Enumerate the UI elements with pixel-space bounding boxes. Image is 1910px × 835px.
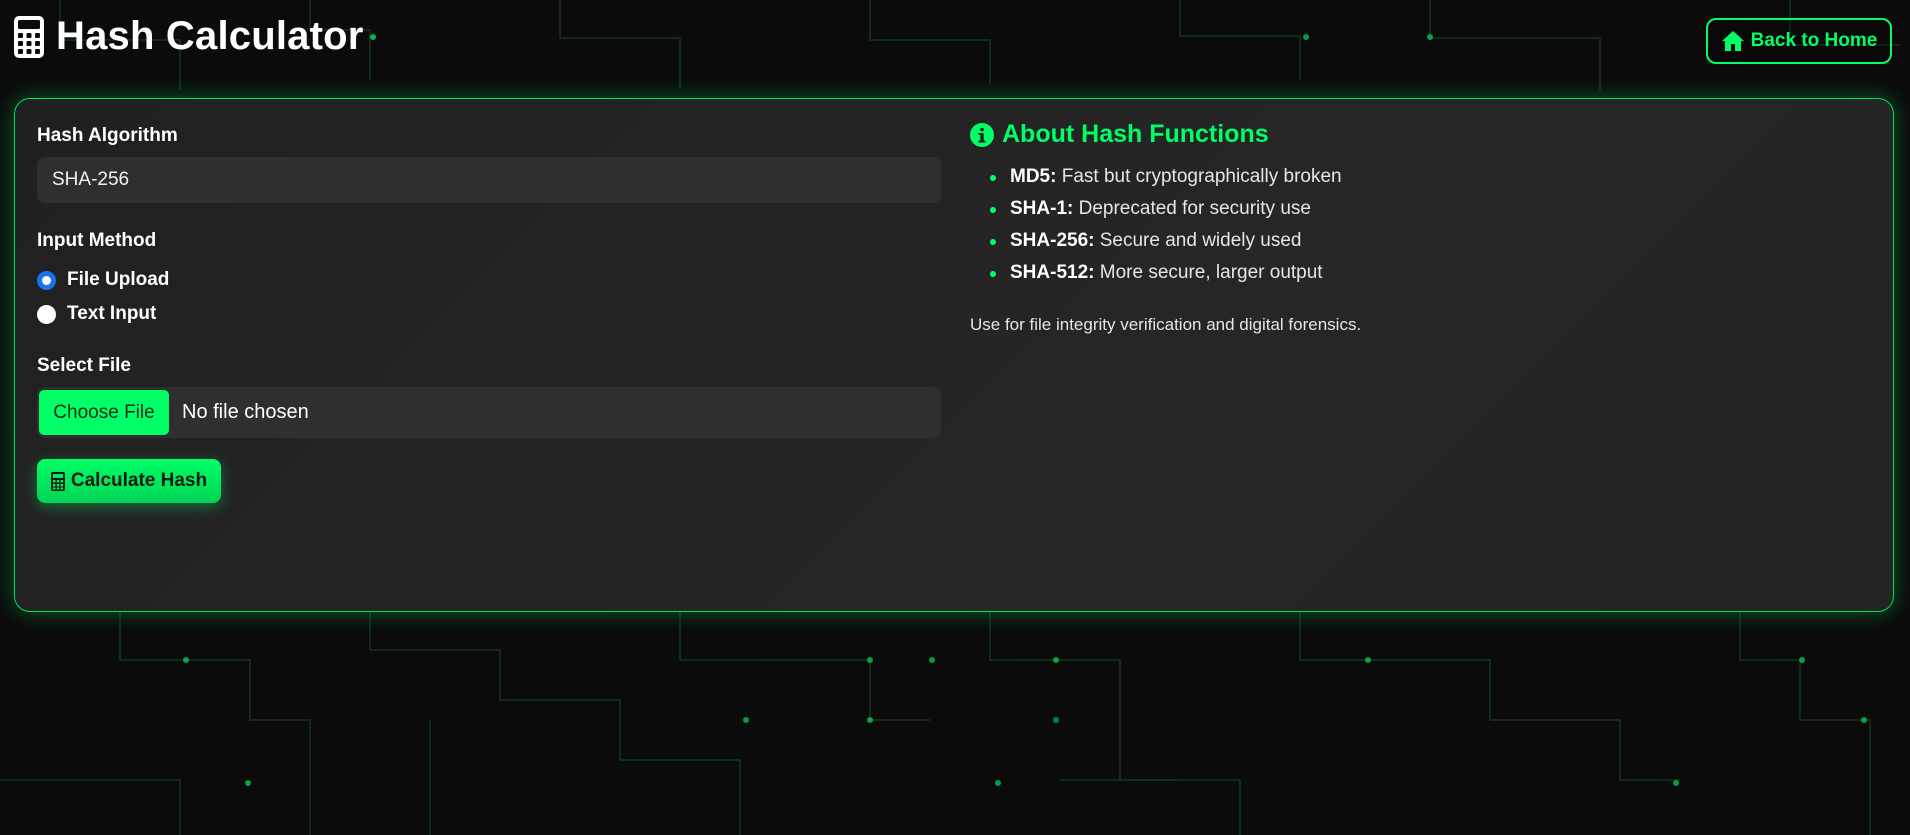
bullet-icon xyxy=(990,271,996,277)
hash-description: More secure, larger output xyxy=(1099,262,1323,283)
hash-name: SHA-1: xyxy=(1010,198,1079,219)
list-item: MD5: Fast but cryptographically broken xyxy=(970,161,1342,193)
hash-name: MD5: xyxy=(1010,166,1062,187)
home-icon xyxy=(1721,31,1744,51)
hash-description: Fast but cryptographically broken xyxy=(1061,166,1342,187)
file-input[interactable]: Choose File No file chosen xyxy=(37,387,941,438)
about-title-text: About Hash Functions xyxy=(1002,120,1269,148)
bullet-icon xyxy=(990,207,996,213)
list-item: SHA-256: Secure and widely used xyxy=(970,225,1342,257)
radio-file-upload-label: File Upload xyxy=(67,269,170,290)
calculate-hash-label: Calculate Hash xyxy=(70,470,208,491)
hash-algorithm-label: Hash Algorithm xyxy=(37,125,178,146)
hash-algorithm-value: SHA-256 xyxy=(52,169,130,190)
hash-name: SHA-512: xyxy=(1010,262,1100,283)
bullet-icon xyxy=(990,175,996,181)
list-item: SHA-1: Deprecated for security use xyxy=(970,193,1342,225)
file-status-text: No file chosen xyxy=(182,401,309,423)
choose-file-button[interactable]: Choose File xyxy=(39,390,169,435)
page-title: Hash Calculator xyxy=(56,14,364,58)
radio-text-input[interactable]: Text Input xyxy=(37,303,156,325)
calculator-icon xyxy=(14,15,44,58)
back-to-home-label: Back to Home xyxy=(1750,30,1878,51)
hash-description: Deprecated for security use xyxy=(1078,198,1311,219)
calculator-icon xyxy=(50,471,65,491)
hash-calculator-panel: Hash Algorithm SHA-256 Input Method File… xyxy=(14,98,1894,612)
radio-button-unchecked[interactable] xyxy=(37,304,56,324)
page-header: Hash Calculator xyxy=(14,14,364,59)
about-note: Use for file integrity verification and … xyxy=(970,315,1362,334)
calculate-hash-button[interactable]: Calculate Hash xyxy=(37,459,221,503)
hash-algorithm-select[interactable]: SHA-256 xyxy=(37,157,941,203)
select-file-label: Select File xyxy=(37,355,131,376)
about-title: About Hash Functions xyxy=(970,120,1269,149)
hash-function-list: MD5: Fast but cryptographically broken S… xyxy=(970,161,1342,289)
list-item: SHA-512: More secure, larger output xyxy=(970,257,1342,289)
bullet-icon xyxy=(990,239,996,245)
radio-button-checked[interactable] xyxy=(37,270,56,290)
info-icon xyxy=(970,122,994,147)
radio-file-upload[interactable]: File Upload xyxy=(37,269,169,291)
input-method-label: Input Method xyxy=(37,230,157,251)
hash-description: Secure and widely used xyxy=(1099,230,1302,251)
hash-name: SHA-256: xyxy=(1010,230,1100,251)
radio-text-input-label: Text Input xyxy=(67,303,157,324)
back-to-home-button[interactable]: Back to Home xyxy=(1706,18,1892,64)
